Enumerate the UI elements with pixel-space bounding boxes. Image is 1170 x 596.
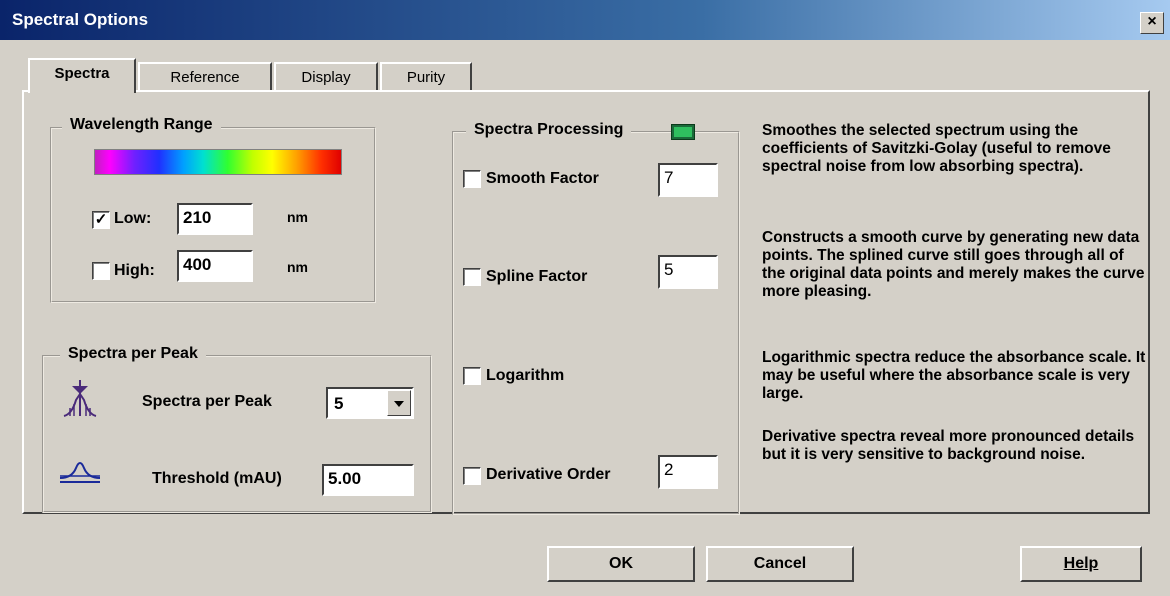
logarithm-checkbox[interactable] <box>463 367 481 385</box>
spectra-per-peak-select[interactable]: 5 <box>326 387 414 419</box>
spline-description: Constructs a smooth curve by generating … <box>762 229 1145 300</box>
window-title: Spectral Options <box>12 10 149 29</box>
green-button-icon[interactable] <box>671 124 695 140</box>
wavelength-spectrum-bar <box>94 149 342 175</box>
peak-marker-icon <box>63 380 97 417</box>
high-unit: nm <box>287 259 308 275</box>
derivative-input[interactable]: 2 <box>658 455 718 489</box>
title-bar: Spectral Options × <box>0 0 1170 40</box>
smooth-input[interactable]: 7 <box>658 163 718 197</box>
logarithm-description: Logarithmic spectra reduce the absorbanc… <box>762 349 1146 402</box>
spline-input[interactable]: 5 <box>658 255 718 289</box>
help-label: Help <box>1063 555 1099 572</box>
tab-purity[interactable]: Purity <box>380 62 472 91</box>
threshold-icon <box>59 462 101 483</box>
low-unit: nm <box>287 209 308 225</box>
derivative-checkbox[interactable] <box>463 467 481 485</box>
low-input[interactable]: 210 <box>177 203 253 235</box>
high-label: High: <box>114 262 155 279</box>
smooth-label: Smooth Factor <box>486 170 599 187</box>
dropdown-arrow-icon[interactable] <box>387 390 411 416</box>
processing-group-label: Spectra Processing <box>466 121 632 139</box>
wavelength-group-label: Wavelength Range <box>62 116 221 134</box>
derivative-description: Derivative spectra reveal more pronounce… <box>762 428 1135 463</box>
smooth-checkbox[interactable] <box>463 170 481 188</box>
derivative-label: Derivative Order <box>486 466 611 483</box>
threshold-label: Threshold (mAU) <box>152 470 282 487</box>
low-label: Low: <box>114 210 152 227</box>
smooth-description: Smoothes the selected spectrum using the… <box>762 122 1111 175</box>
ok-button[interactable]: OK <box>547 546 695 582</box>
high-input[interactable]: 400 <box>177 250 253 282</box>
spline-checkbox[interactable] <box>463 268 481 286</box>
high-checkbox[interactable] <box>92 262 110 280</box>
logarithm-label: Logarithm <box>486 367 565 384</box>
close-button[interactable]: × <box>1140 12 1164 34</box>
threshold-input[interactable]: 5.00 <box>322 464 414 496</box>
help-button[interactable]: Help <box>1020 546 1142 582</box>
low-checkbox[interactable]: ✓ <box>92 211 110 229</box>
tab-display[interactable]: Display <box>274 62 378 91</box>
peak-group-label: Spectra per Peak <box>60 345 206 363</box>
cancel-button[interactable]: Cancel <box>706 546 854 582</box>
spline-label: Spline Factor <box>486 268 588 285</box>
spectra-per-peak-label: Spectra per Peak <box>142 393 272 410</box>
tab-reference[interactable]: Reference <box>138 62 272 91</box>
spectra-per-peak-value: 5 <box>334 394 344 413</box>
tab-spectra[interactable]: Spectra <box>28 58 136 93</box>
